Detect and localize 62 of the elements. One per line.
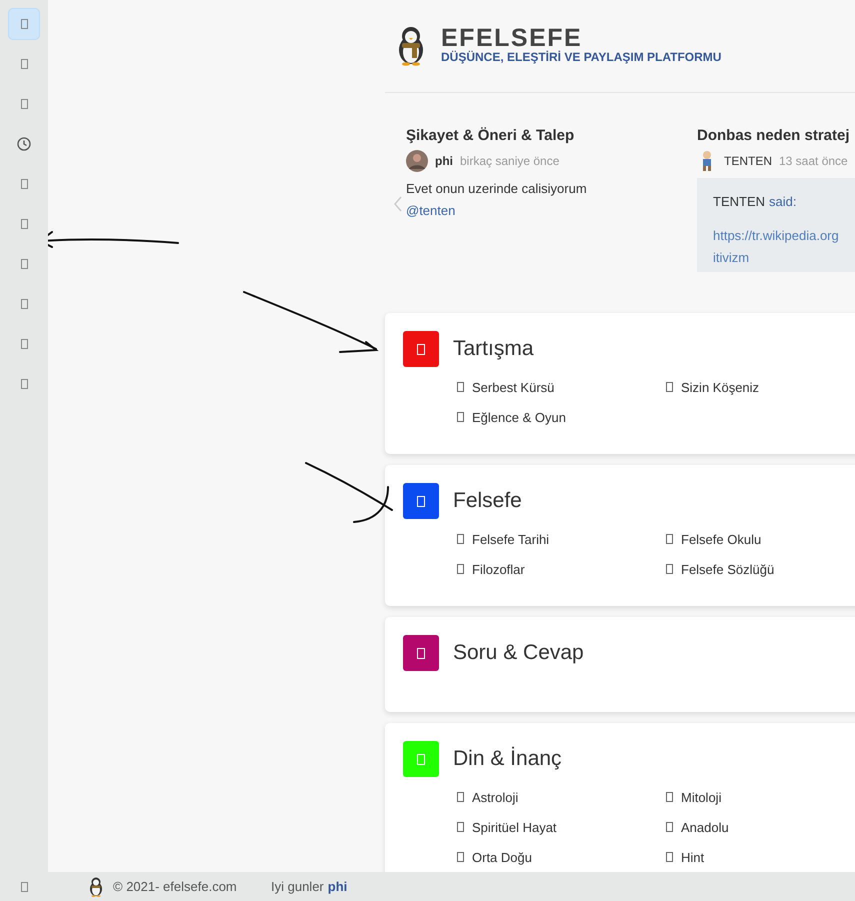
box-icon — [20, 59, 28, 69]
quote-link[interactable]: said: — [769, 194, 796, 209]
forum-link[interactable]: Hint — [666, 842, 846, 872]
box-icon — [457, 564, 464, 574]
box-icon — [457, 852, 464, 862]
box-icon — [457, 792, 464, 802]
post-text: Evet onun uzerinde calisiyorum — [406, 180, 587, 198]
copyright-text: © 2021- efelsefe.com — [113, 879, 238, 894]
box-icon — [20, 379, 28, 389]
box-icon — [666, 852, 673, 862]
forum-link[interactable]: Orta Doğu — [457, 842, 666, 872]
forum-link[interactable]: Anadolu — [666, 812, 846, 842]
category-title[interactable]: Tartışma — [453, 337, 534, 361]
box-icon — [20, 179, 28, 189]
forum-link[interactable]: Felsefe Sözlüğü — [666, 554, 846, 584]
box-icon — [666, 822, 673, 832]
username-link[interactable]: phi — [328, 879, 348, 894]
box-icon — [20, 259, 28, 269]
box-icon — [666, 564, 673, 574]
site-title: EFELSEFE — [441, 27, 584, 49]
box-icon — [20, 299, 28, 309]
mention-link[interactable]: @tenten — [406, 200, 456, 222]
url-link[interactable]: https://tr.wikipedia.org — [713, 225, 855, 247]
url-link[interactable]: itivizm — [713, 247, 855, 269]
box-icon — [666, 534, 673, 544]
forum-link[interactable]: Spiritüel Hayat — [457, 812, 666, 842]
thread-title[interactable]: Şikayet & Öneri & Talep — [406, 127, 574, 144]
quote-author: TENTEN — [713, 194, 765, 209]
greeting-text: Iyi gunler — [271, 879, 324, 894]
box-icon — [457, 822, 464, 832]
box-icon — [666, 382, 673, 392]
category-title[interactable]: Din & İnanç — [453, 747, 562, 771]
forum-link[interactable]: Filozoflar — [457, 554, 666, 584]
post-time: birkaç saniye önce — [460, 154, 560, 168]
box-icon — [20, 339, 28, 349]
forum-link[interactable]: Eğlence & Oyun — [457, 402, 666, 432]
forum-link[interactable]: Felsefe Okulu — [666, 524, 846, 554]
forum-link[interactable]: Mitoloji — [666, 782, 846, 812]
box-icon — [20, 219, 28, 229]
author-name[interactable]: phi — [435, 154, 453, 168]
forum-link[interactable]: Serbest Kürsü — [457, 372, 666, 402]
forum-link[interactable]: Felsefe Tarihi — [457, 524, 666, 554]
chevron-left-icon[interactable] — [394, 196, 402, 212]
author-name[interactable]: TENTEN — [724, 154, 772, 168]
box-icon — [20, 99, 28, 109]
post-time: 13 saat önce — [779, 154, 848, 168]
box-icon — [457, 412, 464, 422]
site-tagline: DÜŞÜNCE, ELEŞTİRİ VE PAYLAŞIM PLATFORMU — [441, 49, 722, 65]
clock-icon — [17, 137, 31, 151]
box-icon — [20, 19, 28, 29]
forum-link[interactable]: Astroloji — [457, 782, 666, 812]
box-icon — [457, 382, 464, 392]
avatar — [406, 150, 428, 172]
category-title[interactable]: Felsefe — [453, 489, 522, 513]
box-icon — [20, 882, 28, 892]
forum-link[interactable]: Sizin Köşeniz — [666, 372, 846, 402]
sidebar-item[interactable] — [8, 8, 40, 40]
penguin-logo-icon — [88, 876, 104, 896]
box-icon — [457, 534, 464, 544]
thread-title[interactable]: Donbas neden stratej — [697, 127, 850, 144]
category-title[interactable]: Soru & Cevap — [453, 641, 584, 665]
box-icon — [666, 792, 673, 802]
